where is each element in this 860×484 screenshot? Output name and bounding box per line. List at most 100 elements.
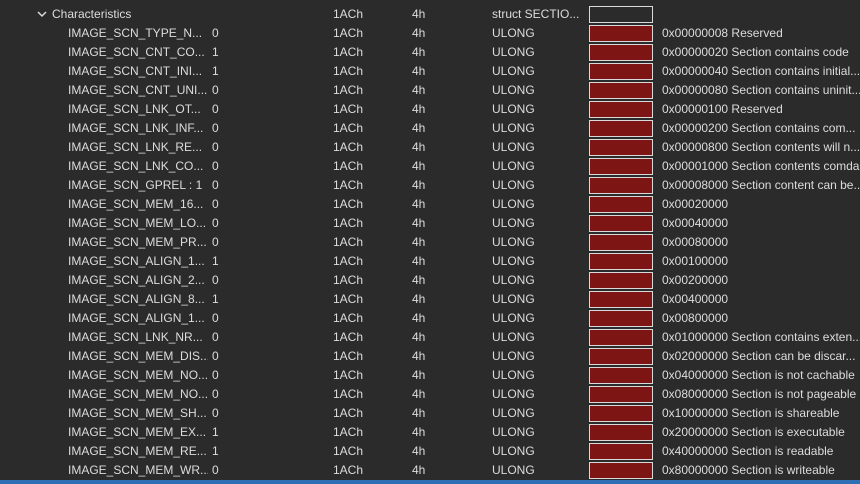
- field-name: IMAGE_SCN_MEM_EX...: [68, 425, 207, 439]
- color-swatch[interactable]: [589, 348, 653, 365]
- table-row[interactable]: IMAGE_SCN_MEM_WR... 0 1ACh 4h ULONG 0x8000000…: [0, 461, 860, 480]
- field-offset: 1ACh: [333, 273, 364, 287]
- field-value: 0: [212, 463, 219, 477]
- field-offset: 1ACh: [333, 7, 364, 21]
- field-comment: 0x00800000: [662, 311, 729, 325]
- field-name: IMAGE_SCN_ALIGN_1...: [68, 254, 205, 268]
- color-swatch[interactable]: [589, 139, 653, 156]
- color-swatch[interactable]: [589, 272, 653, 289]
- color-swatch[interactable]: [589, 253, 653, 270]
- table-row[interactable]: IMAGE_SCN_GPREL : 1 0 1ACh 4h ULONG 0x0000800…: [0, 176, 860, 195]
- table-row[interactable]: IMAGE_SCN_MEM_LO... 0 1ACh 4h ULONG 0x0004000…: [0, 214, 860, 233]
- table-row[interactable]: IMAGE_SCN_MEM_EX... 1 1ACh 4h ULONG 0x2000000…: [0, 423, 860, 442]
- color-swatch[interactable]: [589, 386, 653, 403]
- field-offset: 1ACh: [333, 444, 364, 458]
- field-offset: 1ACh: [333, 121, 364, 135]
- table-row[interactable]: IMAGE_SCN_MEM_PR... 0 1ACh 4h ULONG 0x0008000…: [0, 233, 860, 252]
- field-type: ULONG: [492, 159, 535, 173]
- table-row[interactable]: IMAGE_SCN_LNK_RE... 0 1ACh 4h ULONG 0x0000080…: [0, 138, 860, 157]
- color-swatch[interactable]: [589, 177, 653, 194]
- table-row[interactable]: IMAGE_SCN_MEM_NO... 0 1ACh 4h ULONG 0x0400000…: [0, 366, 860, 385]
- table-row[interactable]: IMAGE_SCN_MEM_16... 0 1ACh 4h ULONG 0x0002000…: [0, 195, 860, 214]
- field-value: 1: [212, 45, 219, 59]
- table-row[interactable]: IMAGE_SCN_MEM_NO... 0 1ACh 4h ULONG 0x0800000…: [0, 385, 860, 404]
- color-swatch[interactable]: [589, 329, 653, 346]
- table-row[interactable]: IMAGE_SCN_ALIGN_1... 1 1ACh 4h ULONG 0x001000…: [0, 252, 860, 271]
- field-name: IMAGE_SCN_ALIGN_1...: [68, 311, 205, 325]
- color-swatch[interactable]: [589, 25, 653, 42]
- color-swatch[interactable]: [589, 234, 653, 251]
- field-name: IMAGE_SCN_MEM_NO...: [68, 387, 208, 401]
- color-swatch[interactable]: [589, 82, 653, 99]
- field-offset: 1ACh: [333, 216, 364, 230]
- field-offset: 1ACh: [333, 178, 364, 192]
- field-offset: 1ACh: [333, 159, 364, 173]
- table-row[interactable]: IMAGE_SCN_LNK_OT... 0 1ACh 4h ULONG 0x0000010…: [0, 100, 860, 119]
- field-type: ULONG: [492, 140, 535, 154]
- tree-row-characteristics[interactable]: Characteristics 1ACh 4h struct SECTIO...: [0, 5, 860, 24]
- table-row[interactable]: IMAGE_SCN_MEM_DIS... 0 1ACh 4h ULONG 0x020000…: [0, 347, 860, 366]
- table-row[interactable]: IMAGE_SCN_MEM_RE... 1 1ACh 4h ULONG 0x4000000…: [0, 442, 860, 461]
- color-swatch[interactable]: [589, 44, 653, 61]
- field-size: 4h: [412, 178, 426, 192]
- field-value: 0: [212, 197, 219, 211]
- color-swatch[interactable]: [589, 101, 653, 118]
- field-comment: 0x00000008 Reserved: [662, 26, 783, 40]
- color-swatch[interactable]: [589, 367, 653, 384]
- table-row[interactable]: IMAGE_SCN_LNK_CO... 0 1ACh 4h ULONG 0x0000100…: [0, 157, 860, 176]
- table-row[interactable]: IMAGE_SCN_CNT_UNI... 0 1ACh 4h ULONG 0x000000…: [0, 81, 860, 100]
- table-row[interactable]: IMAGE_SCN_ALIGN_2... 0 1ACh 4h ULONG 0x002000…: [0, 271, 860, 290]
- color-swatch[interactable]: [589, 196, 653, 213]
- field-comment: 0x00000040 Section contains initial...: [662, 64, 860, 78]
- table-row[interactable]: IMAGE_SCN_CNT_INI... 1 1ACh 4h ULONG 0x000000…: [0, 62, 860, 81]
- field-type: ULONG: [492, 178, 535, 192]
- field-name: IMAGE_SCN_LNK_OT...: [68, 102, 201, 116]
- field-name: IMAGE_SCN_CNT_INI...: [68, 64, 203, 78]
- field-value: 0: [212, 178, 219, 192]
- color-swatch[interactable]: [589, 120, 653, 137]
- table-row[interactable]: IMAGE_SCN_LNK_NR... 0 1ACh 4h ULONG 0x0100000…: [0, 328, 860, 347]
- color-swatch[interactable]: [589, 405, 653, 422]
- table-row[interactable]: IMAGE_SCN_TYPE_N... 0 1ACh 4h ULONG 0x0000000…: [0, 24, 860, 43]
- color-swatch[interactable]: [589, 215, 653, 232]
- field-size: 4h: [412, 463, 426, 477]
- field-offset: 1ACh: [333, 292, 364, 306]
- field-type: struct SECTIO...: [492, 7, 580, 21]
- field-comment: 0x00020000: [662, 197, 729, 211]
- field-name: IMAGE_SCN_MEM_WR...: [68, 463, 208, 477]
- color-swatch[interactable]: [589, 158, 653, 175]
- color-swatch[interactable]: [589, 424, 653, 441]
- table-row[interactable]: IMAGE_SCN_MEM_SH... 0 1ACh 4h ULONG 0x1000000…: [0, 404, 860, 423]
- field-value: 1: [212, 254, 219, 268]
- table-row[interactable]: IMAGE_SCN_CNT_CO... 1 1ACh 4h ULONG 0x0000002…: [0, 43, 860, 62]
- field-name: IMAGE_SCN_MEM_NO...: [68, 368, 208, 382]
- field-name: IMAGE_SCN_LNK_INF...: [68, 121, 204, 135]
- table-row[interactable]: IMAGE_SCN_ALIGN_8... 1 1ACh 4h ULONG 0x004000…: [0, 290, 860, 309]
- color-swatch[interactable]: [589, 443, 653, 460]
- color-swatch[interactable]: [589, 291, 653, 308]
- field-offset: 1ACh: [333, 387, 364, 401]
- field-comment: 0x00000200 Section contains com...: [662, 121, 856, 135]
- field-size: 4h: [412, 102, 426, 116]
- field-size: 4h: [412, 216, 426, 230]
- table-row[interactable]: IMAGE_SCN_LNK_INF... 0 1ACh 4h ULONG 0x000002…: [0, 119, 860, 138]
- color-swatch[interactable]: [589, 6, 653, 23]
- field-offset: 1ACh: [333, 45, 364, 59]
- field-type: ULONG: [492, 349, 535, 363]
- table-row[interactable]: IMAGE_SCN_ALIGN_1... 0 1ACh 4h ULONG 0x008000…: [0, 309, 860, 328]
- color-swatch[interactable]: [589, 462, 653, 479]
- field-size: 4h: [412, 7, 426, 21]
- field-comment: 0x80000000 Section is writeable: [662, 463, 835, 477]
- field-offset: 1ACh: [333, 254, 364, 268]
- field-name: IMAGE_SCN_TYPE_N...: [68, 26, 203, 40]
- field-offset: 1ACh: [333, 26, 364, 40]
- field-name: IMAGE_SCN_CNT_CO...: [68, 45, 205, 59]
- selected-row-highlight[interactable]: [0, 480, 860, 484]
- field-comment: 0x00000020 Section contains code: [662, 45, 849, 59]
- chevron-down-icon[interactable]: [36, 5, 48, 24]
- field-type: ULONG: [492, 330, 535, 344]
- color-swatch[interactable]: [589, 63, 653, 80]
- structure-tree-grid: Characteristics 1ACh 4h struct SECTIO...…: [0, 0, 860, 484]
- color-swatch[interactable]: [589, 310, 653, 327]
- field-offset: 1ACh: [333, 197, 364, 211]
